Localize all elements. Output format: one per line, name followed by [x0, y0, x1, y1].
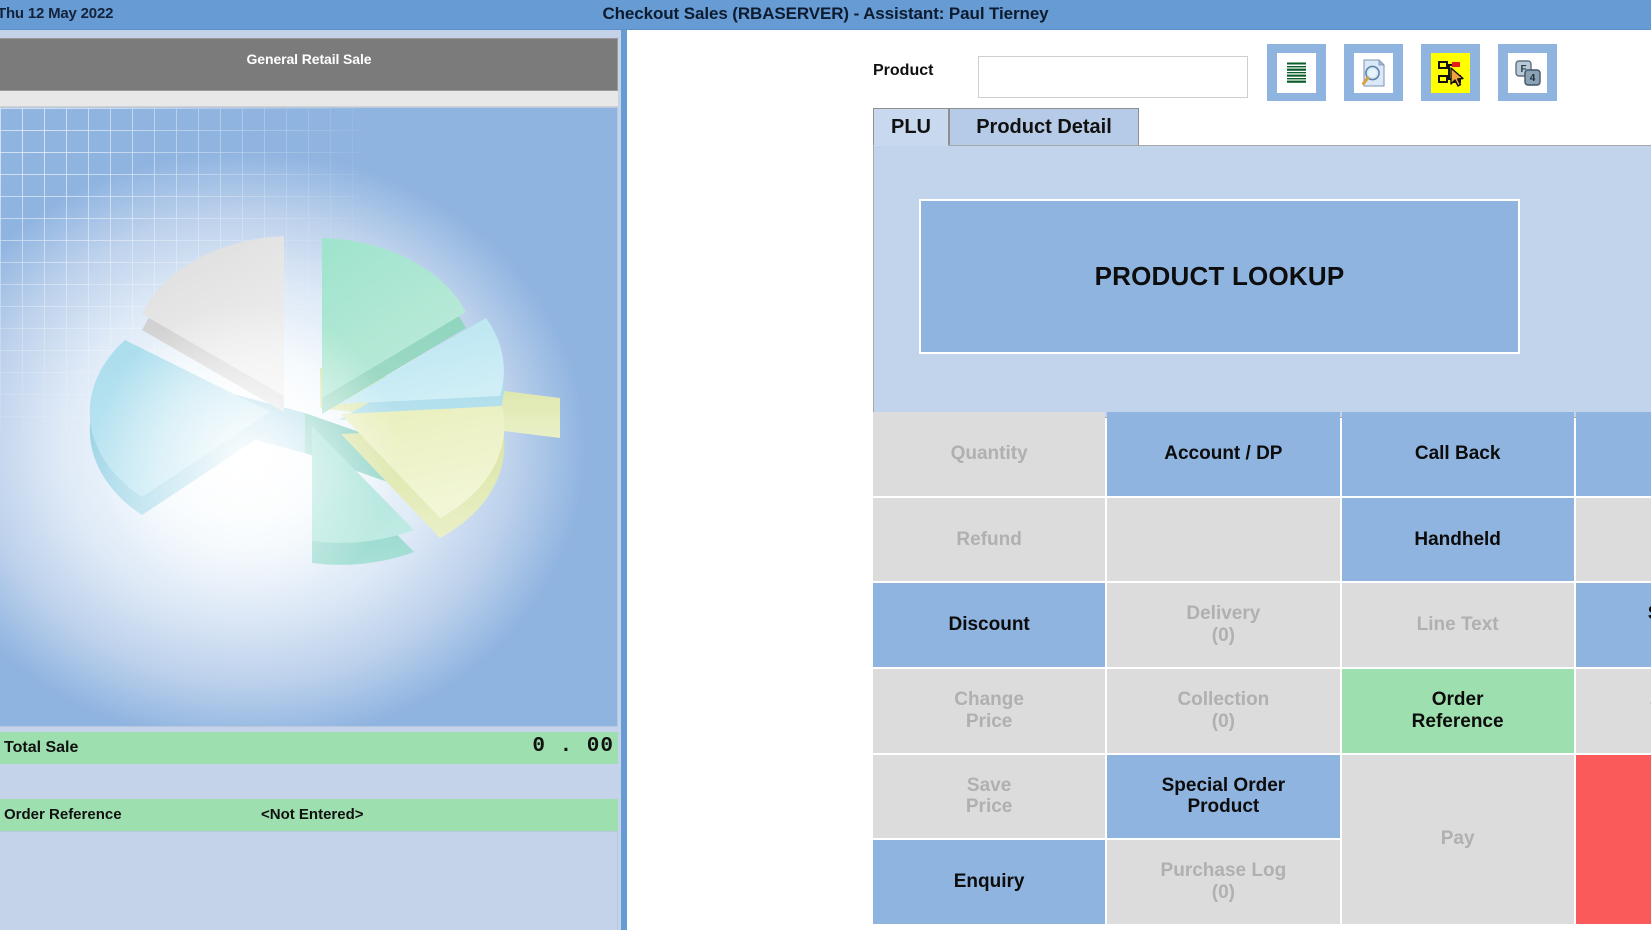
button-delivery-label: Delivery (0)	[1186, 603, 1261, 647]
button-sundries[interactable]: Sundries	[1575, 412, 1651, 496]
button-order-reference[interactable]: Order Reference	[1341, 668, 1574, 753]
button-change-price-label: Change Price	[954, 688, 1024, 732]
button-save-price-label: Save Price	[965, 774, 1013, 818]
button-enquiry-label: Enquiry	[953, 871, 1025, 893]
button-change-price[interactable]: Change Price	[873, 668, 1106, 753]
total-sale-row: Total Sale 0 . 00	[0, 732, 618, 764]
button-discount-label: Discount	[948, 614, 1030, 636]
barcode-button[interactable]	[1267, 44, 1326, 101]
function-keys-icon: F 4	[1508, 52, 1547, 93]
button-handheld-label: Handheld	[1414, 528, 1501, 550]
function-keys-icon-svg: F 4	[1514, 59, 1541, 86]
button-call-back[interactable]: Call Back	[1341, 412, 1574, 496]
button-empty-slot	[1107, 497, 1340, 582]
product-lookup-label: PRODUCT LOOKUP	[1094, 261, 1345, 291]
button-stk-adj[interactable]: Stk Adj	[1575, 497, 1651, 582]
button-order-reference-label: Order Reference	[1411, 688, 1504, 732]
button-call-back-label: Call Back	[1414, 442, 1501, 464]
button-delivery[interactable]: Delivery (0)	[1107, 583, 1340, 667]
plu-tab-panel: PRODUCT LOOKUP	[873, 145, 1651, 418]
button-account-dp-label: Account / DP	[1164, 442, 1283, 464]
tab-product-detail-label: Product Detail	[976, 115, 1112, 138]
product-search-button[interactable]	[1344, 44, 1403, 101]
button-account-dp[interactable]: Account / DP	[1107, 412, 1340, 496]
button-refund-label: Refund	[956, 528, 1022, 550]
button-enquiry[interactable]: Enquiry	[873, 840, 1106, 924]
button-pay-label: Pay	[1440, 828, 1475, 850]
button-pay[interactable]: Pay	[1341, 754, 1574, 924]
button-line-text[interactable]: Line Text	[1341, 583, 1574, 667]
action-button-grid: Quantity Account / DP Call Back Sundries…	[873, 412, 1651, 924]
sale-spacer-row	[0, 764, 618, 798]
button-save-price[interactable]: Save Price	[873, 754, 1106, 839]
button-switch-to-trade[interactable]: Switch ToTrade	[1575, 583, 1651, 667]
button-void-item[interactable]: Void Item	[1575, 668, 1651, 753]
order-reference-label: Order Reference	[4, 806, 122, 823]
sale-type-label: General Retail Sale	[246, 51, 372, 67]
button-handheld[interactable]: Handheld	[1341, 497, 1574, 582]
button-refund[interactable]: Refund	[873, 497, 1106, 582]
button-quantity-label: Quantity	[950, 442, 1028, 464]
button-discount[interactable]: Discount	[873, 583, 1106, 667]
button-purchase-log[interactable]: Purchase Log (0)	[1107, 840, 1340, 924]
order-reference-row[interactable]: Order Reference <Not Entered>	[0, 799, 618, 831]
button-logout[interactable]: Logout	[1575, 754, 1651, 924]
product-input[interactable]	[978, 56, 1248, 98]
button-special-order-product-label: Special Order Product	[1161, 774, 1286, 818]
flowchart-pointer-icon-svg	[1437, 60, 1464, 87]
sale-preview-wallpaper	[0, 107, 618, 727]
total-sale-label: Total Sale	[4, 739, 79, 756]
button-collection[interactable]: Collection (0)	[1107, 668, 1340, 753]
title-bar: Thu 12 May 2022 Checkout Sales (RBASERVE…	[0, 0, 1651, 30]
barcode-icon-svg	[1286, 60, 1307, 85]
svg-text:4: 4	[1529, 73, 1535, 84]
button-purchase-log-label: Purchase Log (0)	[1160, 860, 1287, 904]
product-lookup-button[interactable]: PRODUCT LOOKUP	[919, 199, 1520, 354]
button-special-order-product[interactable]: Special Order Product	[1107, 754, 1340, 839]
sale-items-list[interactable]	[0, 91, 618, 107]
product-label: Product	[873, 62, 934, 79]
document-search-icon-svg	[1361, 58, 1385, 86]
entry-panel: Product F 4 PLU Product Detail PRODUCT L…	[633, 30, 1651, 930]
wallpaper-glow	[0, 108, 617, 726]
document-search-icon	[1354, 52, 1393, 93]
order-reference-value: <Not Entered>	[261, 806, 364, 823]
total-sale-value: 0 . 00	[532, 735, 614, 758]
sale-panel: General Retail Sale Total Sale 0 . 00 Or…	[0, 30, 627, 930]
sale-type-header: General Retail Sale	[0, 38, 618, 91]
window-title: Checkout Sales (RBASERVER) - Assistant: …	[602, 4, 1049, 23]
button-collection-label: Collection (0)	[1177, 688, 1270, 732]
button-line-text-label: Line Text	[1416, 614, 1499, 636]
button-quantity[interactable]: Quantity	[873, 412, 1106, 496]
barcode-icon	[1277, 52, 1316, 93]
flowchart-pointer-icon	[1431, 52, 1470, 93]
sale-footer-area	[0, 831, 618, 930]
select-flowchart-button[interactable]	[1421, 44, 1480, 101]
tab-plu[interactable]: PLU	[873, 108, 949, 146]
tab-product-detail[interactable]: Product Detail	[949, 108, 1139, 146]
pos-application-window: Thu 12 May 2022 Checkout Sales (RBASERVE…	[0, 0, 1651, 930]
function-keys-button[interactable]: F 4	[1498, 44, 1557, 101]
tab-plu-label: PLU	[891, 115, 931, 138]
